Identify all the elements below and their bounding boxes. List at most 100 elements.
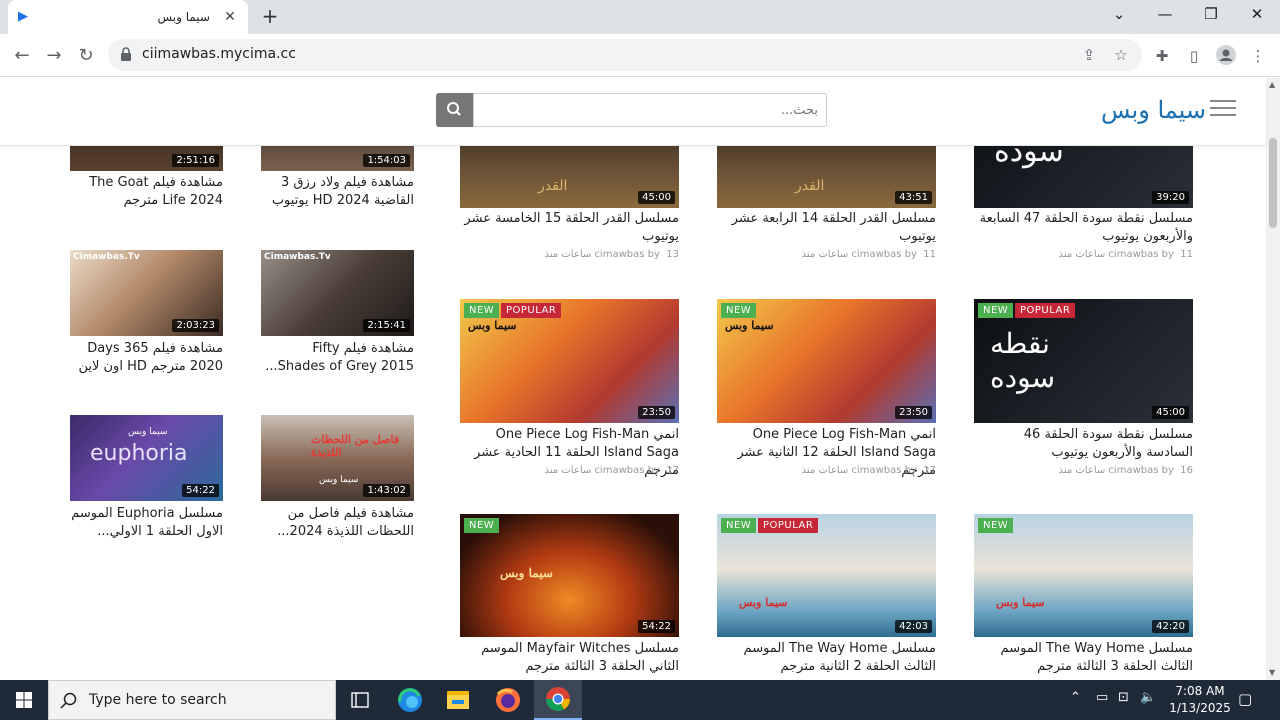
show-hidden-icons-chevron-icon[interactable]: ⌃ [1070,690,1081,705]
thumb-title-text: سوده [990,361,1056,394]
video-title[interactable]: مسلسل نقطة سودة الحلقة 47 السابعة والأرب… [974,210,1193,246]
video-title[interactable]: مسلسل نقطة سودة الحلقة 46 السادسة والأرب… [974,426,1193,462]
author-name[interactable]: cimawbas [594,249,644,260]
clock-date: 1/13/2025 [1169,701,1231,715]
close-window-button[interactable]: ✕ [1234,0,1280,30]
side-panel-icon[interactable]: ▯ [1182,44,1206,68]
task-view-icon[interactable] [336,680,384,720]
duration-badge: 54:22 [182,484,219,497]
by-label: by [647,465,660,476]
views-count: 17 [666,465,679,476]
scrollbar-thumb[interactable] [1269,138,1277,228]
video-title[interactable]: مسلسل The Way Home الموسم الثالث الحلقة … [717,640,936,676]
video-meta: 17 cimawbas by ساعات منذ [717,465,936,476]
extensions-puzzle-icon[interactable]: ✚ [1150,44,1174,68]
chrome-icon[interactable] [534,680,582,720]
search-button[interactable] [436,93,474,127]
by-label: by [904,249,917,260]
duration-badge: 2:03:23 [172,319,219,332]
video-thumbnail[interactable]: سيما وبس euphoria 54:22 [70,415,223,501]
time-ago: ساعات منذ [1058,465,1106,476]
video-thumbnail[interactable]: NEW سيما وبس 42:20 [974,514,1193,637]
file-explorer-icon[interactable] [434,680,482,720]
lock-icon [121,47,131,61]
hamburger-menu-icon[interactable] [1210,100,1236,116]
scroll-up-arrow-icon[interactable]: ▲ [1269,80,1275,89]
windows-start-icon[interactable] [0,680,48,720]
author-name[interactable]: cimawbas [594,465,644,476]
volume-icon[interactable]: 🔈 [1140,690,1156,705]
firefox-icon[interactable] [484,680,532,720]
video-thumbnail[interactable]: سوده 39:20 [974,146,1193,208]
video-title[interactable]: مشاهدة فيلم 365 Days 2020 مترجم HD اون ل… [70,340,223,376]
thumb-logo-text: سيما وبس [725,319,774,332]
video-title[interactable]: مشاهدة فيلم The Goat Life 2024 مترجم [70,174,223,210]
scroll-down-arrow-icon[interactable]: ▼ [1269,668,1275,677]
video-thumbnail[interactable]: القدر 45:00 [460,146,679,208]
bookmark-star-icon[interactable]: ☆ [1110,44,1132,66]
views-count: 16 [1180,465,1193,476]
profile-avatar-icon[interactable] [1214,44,1238,68]
video-title[interactable]: مسلسل The Way Home الموسم الثالث الحلقة … [974,640,1193,676]
browser-tab[interactable]: ▶ سيما وبس ✕ [8,0,248,34]
video-thumbnail[interactable]: 2:51:16 [70,146,223,171]
video-thumbnail[interactable]: Cimawbas.Tv 2:15:41 [261,250,414,336]
new-tab-button[interactable]: + [258,5,282,29]
reload-button[interactable]: ↻ [72,42,100,70]
video-thumbnail[interactable]: NEW POPULAR سيما وبس 23:50 [460,299,679,423]
restore-button[interactable]: ❐ [1188,0,1234,30]
video-title[interactable]: مسلسل القدر الحلقة 14 الرابعة عشر يوتيوب [717,210,936,246]
tab-search-chevron-icon[interactable]: ⌄ [1096,0,1142,30]
forward-button[interactable]: → [40,42,68,70]
video-thumbnail[interactable]: NEW سيما وبس 23:50 [717,299,936,423]
video-thumbnail[interactable]: NEW سيما وبس 54:22 [460,514,679,637]
video-title[interactable]: مسلسل القدر الحلقة 15 الخامسة عشر يوتيوب [460,210,679,246]
author-name[interactable]: cimawbas [1108,249,1158,260]
video-meta: 13 cimawbas by ساعات منذ [460,249,679,260]
duration-badge: 45:00 [1152,406,1189,419]
video-title[interactable]: مشاهدة فيلم Fifty Shades of Grey 2015... [261,340,414,376]
video-title[interactable]: مشاهدة فيلم فاصل من اللحظات اللذيذة 2024… [261,505,414,541]
by-label: by [1161,465,1174,476]
thumb-logo-text: سيما وبس [468,319,517,332]
video-thumbnail[interactable]: NEW POPULAR سيما وبس 42:03 [717,514,936,637]
search-input[interactable] [473,93,827,127]
thumb-title-text: نقطه [990,327,1050,360]
new-badge: NEW [978,303,1014,318]
minimize-button[interactable]: — [1142,0,1188,30]
notifications-icon[interactable]: ▢ [1238,690,1252,708]
menu-kebab-icon[interactable]: ⋮ [1246,44,1270,68]
thumb-logo-text: سيما وبس [128,427,168,437]
video-thumbnail[interactable]: Cimawbas.Tv 2:03:23 [70,250,223,336]
battery-icon[interactable]: ▭ [1096,690,1108,705]
duration-badge: 2:51:16 [172,154,219,167]
video-thumbnail[interactable]: 1:54:03 [261,146,414,171]
watermark-text: Cimawbas.Tv [264,252,331,262]
duration-badge: 23:50 [638,406,675,419]
share-icon[interactable]: ⇪ [1078,44,1100,66]
duration-badge: 39:20 [1152,191,1189,204]
video-title[interactable]: مسلسل Mayfair Witches الموسم الثاني الحل… [460,640,679,676]
video-title[interactable]: مسلسل Euphoria الموسم الاول الحلقة 1 الا… [70,505,223,541]
author-name[interactable]: cimawbas [851,249,901,260]
video-meta: 11 cimawbas by ساعات منذ [974,249,1193,260]
author-name[interactable]: cimawbas [1108,465,1158,476]
popular-badge: POPULAR [1015,303,1076,318]
taskbar-clock[interactable]: 7:08 AM 1/13/2025 [1160,683,1240,717]
watermark-text: Cimawbas.Tv [73,252,140,262]
video-thumbnail[interactable]: NEW POPULAR نقطه سوده 45:00 [974,299,1193,423]
page-content: القدر 45:00 مسلسل القدر الحلقة 15 الخامس… [0,146,1266,680]
video-thumbnail[interactable]: القدر 43:51 [717,146,936,208]
site-logo[interactable]: سيما وبس [1101,96,1206,124]
taskbar-search-box[interactable]: Type here to search [48,680,336,720]
url-text: ciimawbas.mycima.cc [142,46,296,62]
video-title[interactable]: مشاهدة فيلم ولاد رزق 3 القاضية 2024 HD ي… [261,174,414,210]
tab-close-icon[interactable]: ✕ [222,9,238,25]
video-thumbnail[interactable]: فاصل من اللحظات اللذيذة سيما وبس 1:43:02 [261,415,414,501]
edge-browser-icon[interactable] [386,680,434,720]
back-button[interactable]: ← [8,42,36,70]
page-scrollbar[interactable]: ▲ ▼ [1266,78,1280,680]
network-icon[interactable]: ⊡ [1118,690,1129,705]
address-bar[interactable]: ciimawbas.mycima.cc ⇪ ☆ [108,39,1142,71]
author-name[interactable]: cimawbas [851,465,901,476]
